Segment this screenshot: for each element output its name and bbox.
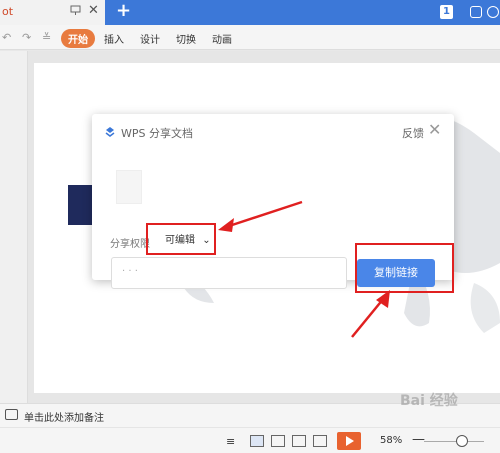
zoom-out-icon[interactable]: —: [412, 432, 425, 447]
zoom-slider-thumb[interactable]: [456, 435, 468, 447]
zoom-slider-track[interactable]: [424, 441, 484, 442]
annotation-arrows: [218, 200, 390, 338]
align-icon[interactable]: ≡: [226, 435, 240, 448]
normal-view-icon[interactable]: [250, 435, 264, 447]
notes-placeholder: 单击此处添加备注: [24, 413, 104, 424]
note-icon: [5, 409, 18, 420]
play-slideshow-button[interactable]: [337, 432, 361, 450]
slide-sorter-icon[interactable]: [271, 435, 285, 447]
reading-view-icon[interactable]: [292, 435, 306, 447]
status-bar: ≡ 58% —: [0, 427, 500, 453]
notes-view-icon[interactable]: [313, 435, 327, 447]
watermark: Bai 经验: [400, 393, 458, 409]
zoom-level[interactable]: 58%: [380, 435, 402, 446]
